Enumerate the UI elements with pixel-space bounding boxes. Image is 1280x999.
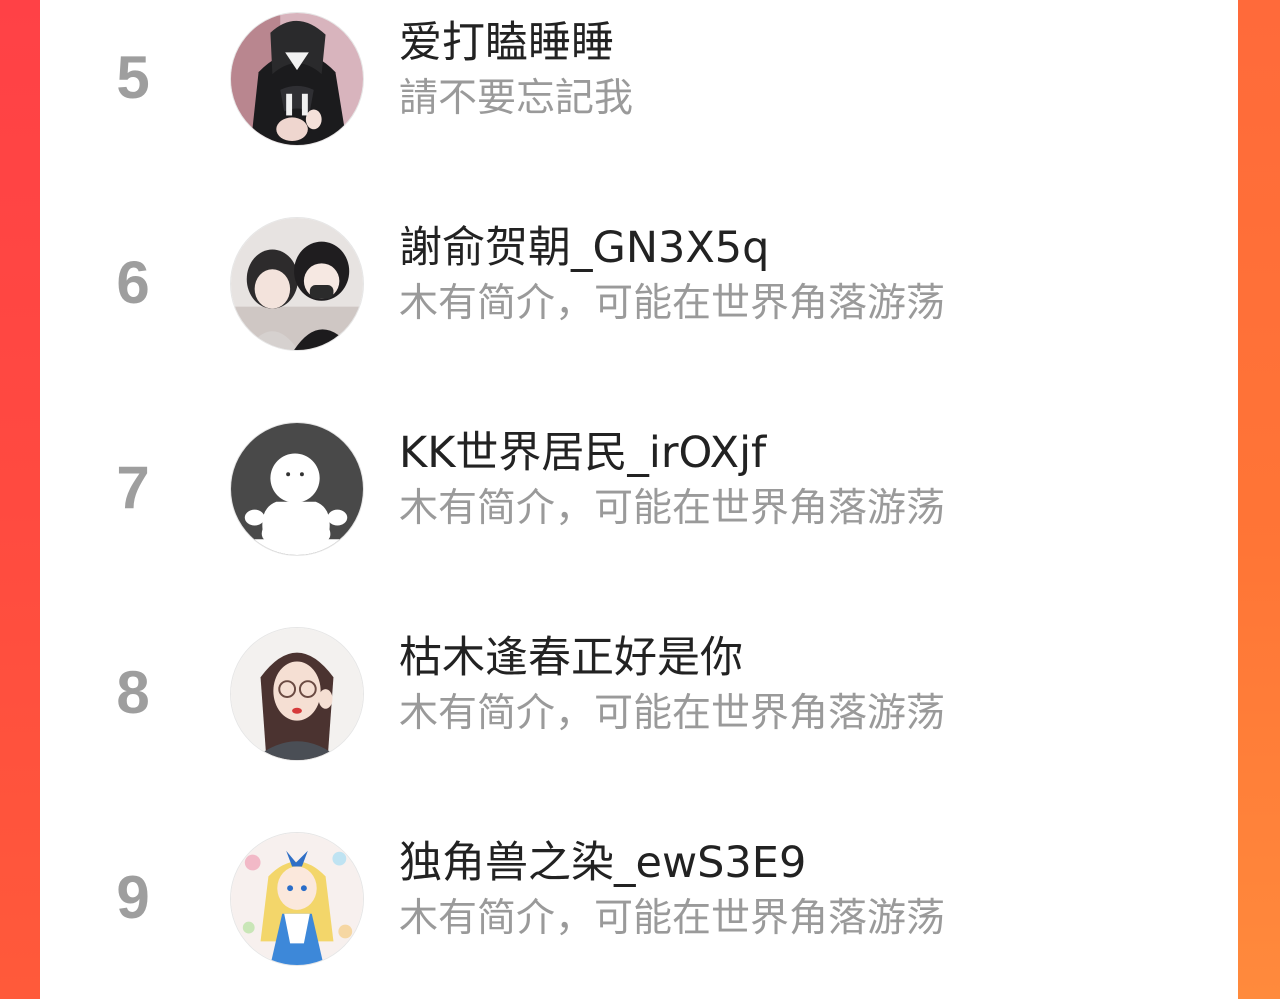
- rank-number: 5: [116, 44, 150, 111]
- ranking-row[interactable]: 5 爱打瞌睡睡 請不要忘記我: [40, 0, 1238, 146]
- user-bio: 木有简介，可能在世界角落游荡: [399, 896, 946, 941]
- user-name: 爱打瞌睡睡: [399, 18, 614, 68]
- avatar-default-ghost-icon[interactable]: [230, 422, 364, 556]
- user-bio: 木有简介，可能在世界角落游荡: [399, 691, 946, 736]
- ranking-row[interactable]: 8 枯木逢春正好是你 木有简介，可能在世界角落游荡: [40, 615, 1238, 761]
- avatar-two-anime-boys-icon[interactable]: [230, 217, 364, 351]
- user-name: 謝俞贺朝_GN3X5q: [399, 223, 770, 273]
- avatar-alice-anime-icon[interactable]: [230, 832, 364, 966]
- user-bio: 木有简介，可能在世界角落游荡: [399, 281, 946, 326]
- avatar-girl-glasses-icon[interactable]: [230, 627, 364, 761]
- rank-number: 9: [116, 864, 150, 931]
- user-bio: 請不要忘記我: [399, 76, 634, 121]
- rank-number: 7: [116, 454, 150, 521]
- ranking-row[interactable]: 6 謝俞贺朝_GN3X5q 木有简介，可能在世界角落游荡: [40, 205, 1238, 351]
- right-gradient-border: [1238, 0, 1280, 999]
- user-name: 独角兽之染_ewS3E9: [399, 838, 807, 888]
- left-gradient-border: [0, 0, 40, 999]
- ranking-row[interactable]: 7 KK世界居民_irOXjf 木有简介，可能在世界角落游荡: [40, 410, 1238, 556]
- user-bio: 木有简介，可能在世界角落游荡: [399, 486, 946, 531]
- avatar-dark-uniform-girl-icon[interactable]: [230, 12, 364, 146]
- ranking-row[interactable]: 9 独角兽之染_ewS3E9 木有简介，可能在世界角落游荡: [40, 820, 1238, 966]
- rank-number: 8: [116, 659, 150, 726]
- ranking-list-card: 5 爱打瞌睡睡 請不要忘記我 6 謝俞贺朝_GN3X5q 木有简介，可能在世界角…: [40, 0, 1238, 999]
- user-name: 枯木逢春正好是你: [399, 633, 743, 683]
- user-name: KK世界居民_irOXjf: [399, 428, 767, 478]
- rank-number: 6: [116, 249, 150, 316]
